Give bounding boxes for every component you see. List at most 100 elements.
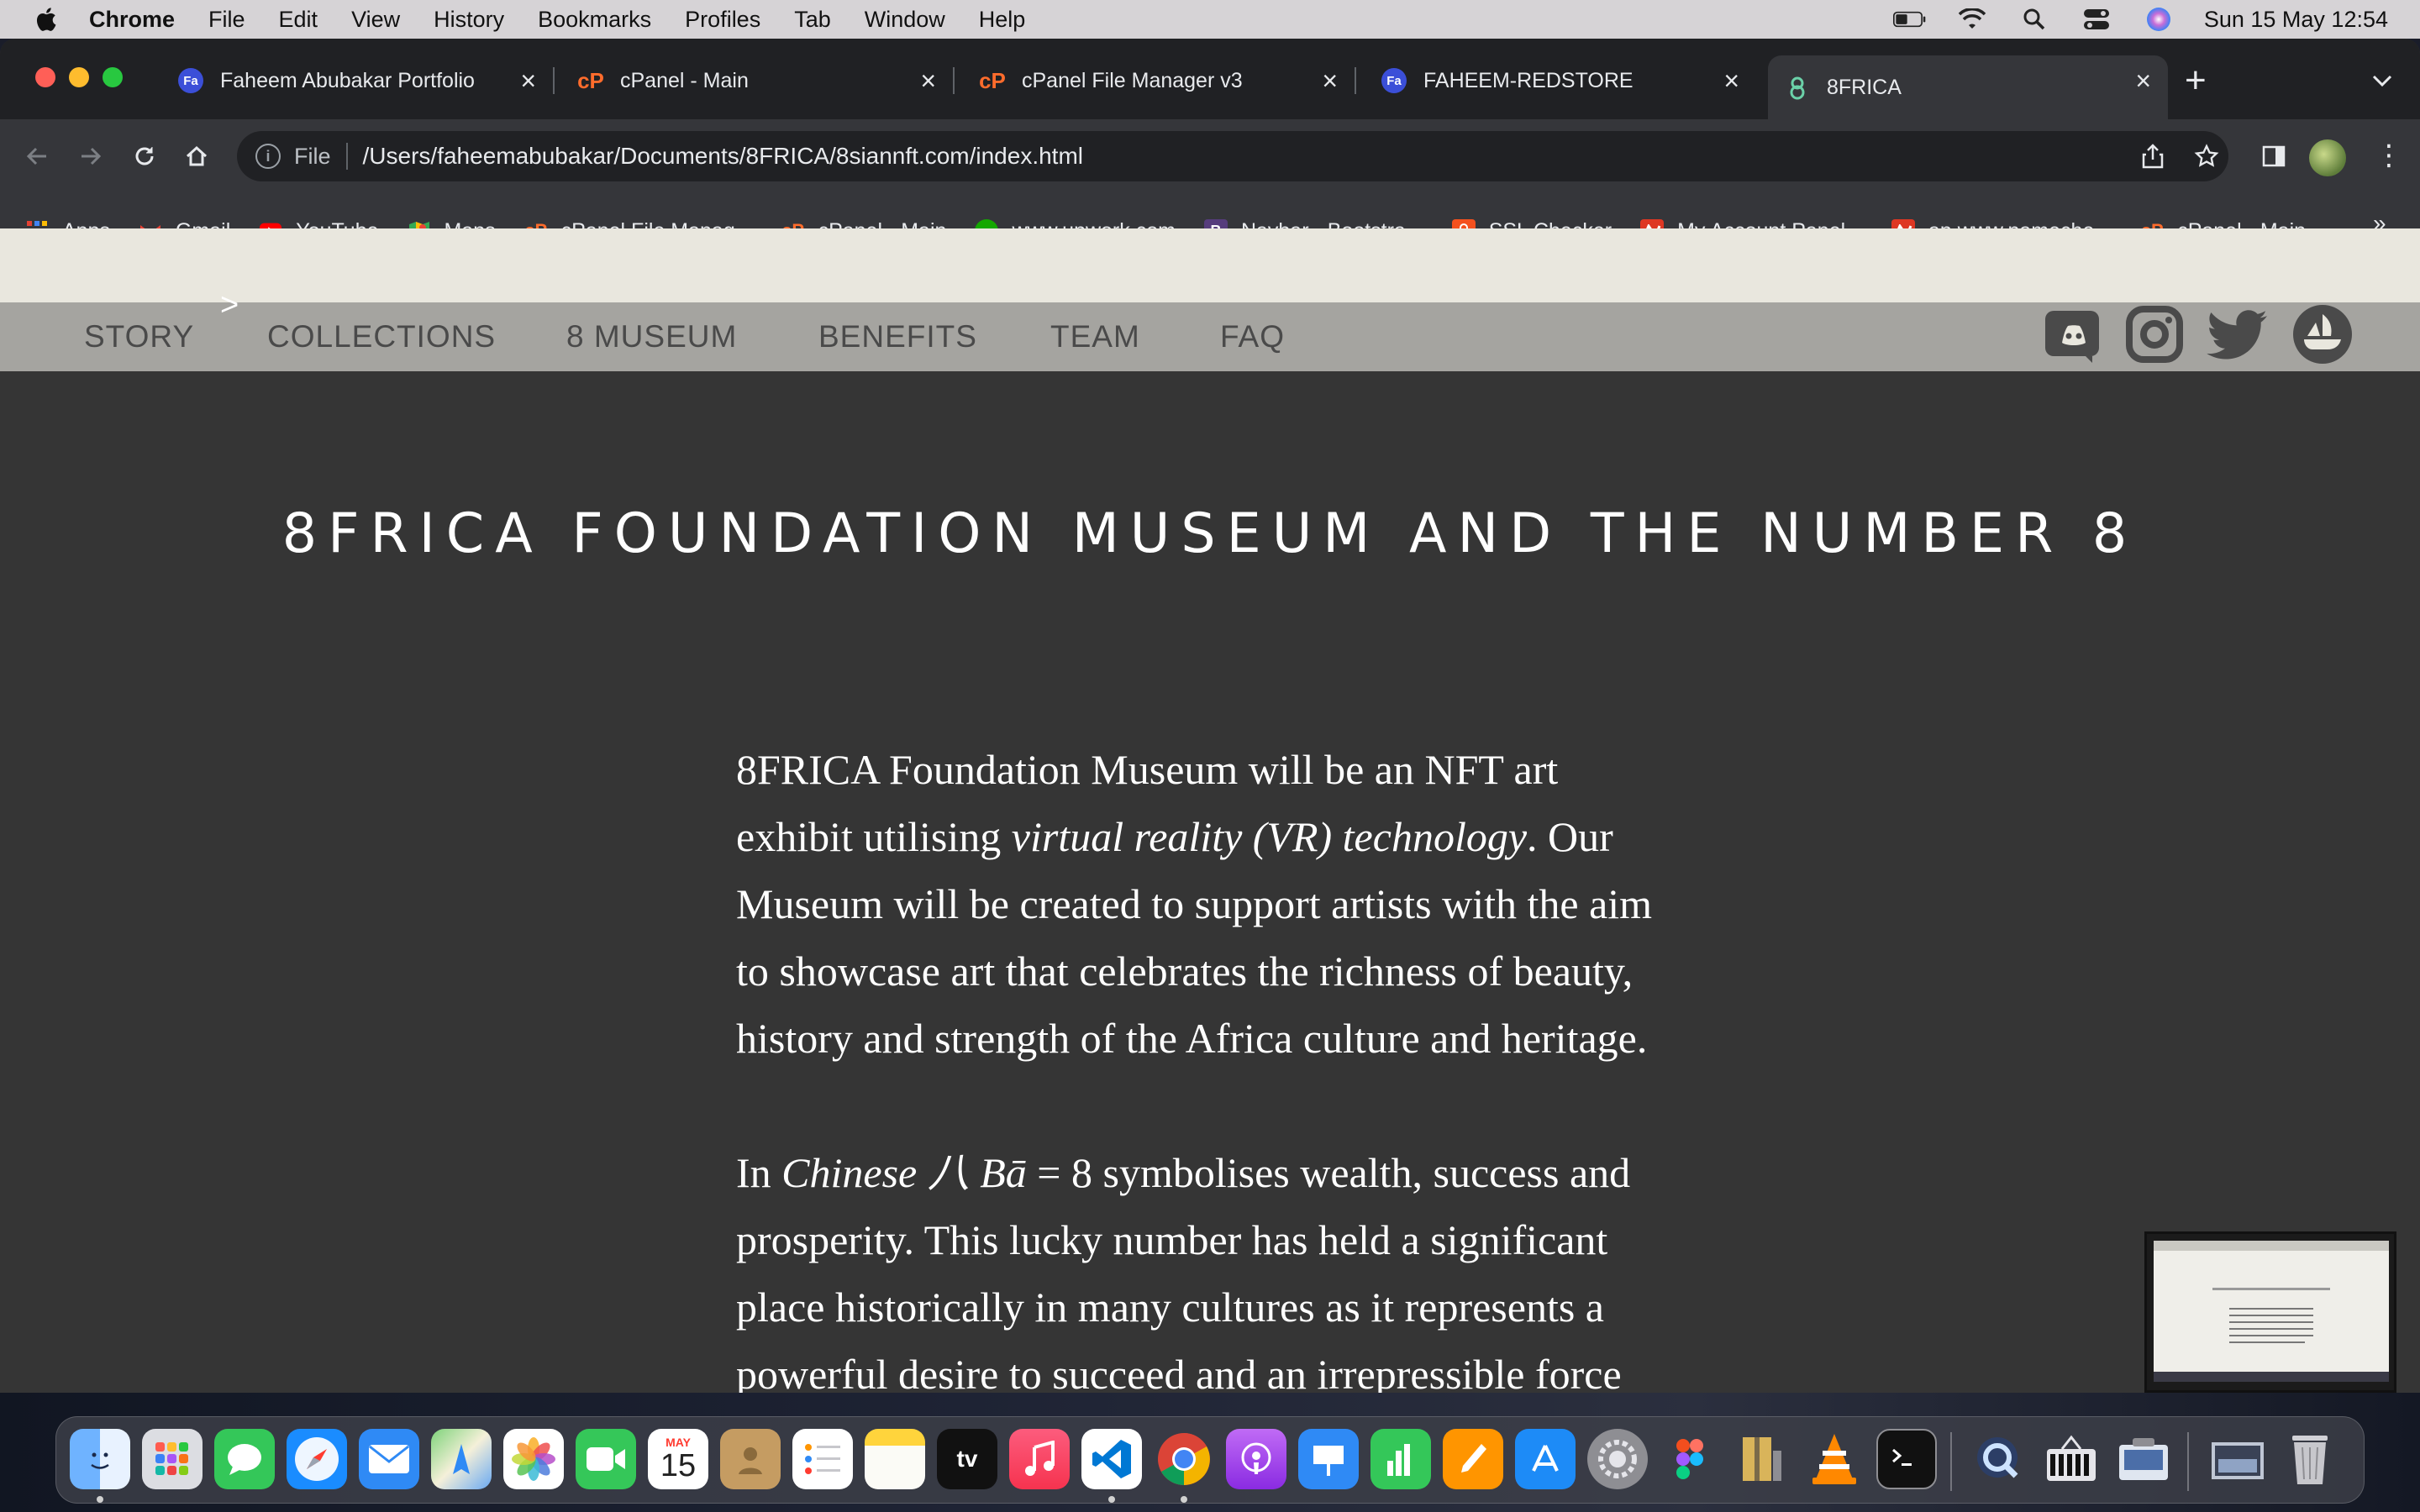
maps-icon[interactable]: [431, 1429, 492, 1489]
preview-icon[interactable]: [2041, 1429, 2102, 1489]
reload-icon[interactable]: [121, 133, 168, 180]
screenshot-thumbnail-preview[interactable]: [2144, 1231, 2396, 1393]
notes-icon[interactable]: [865, 1429, 925, 1489]
tab-close-icon[interactable]: ×: [2135, 66, 2151, 97]
control-center-icon[interactable]: [2080, 7, 2113, 32]
nav-faq[interactable]: FAQ: [1220, 319, 1285, 354]
quicktime-icon[interactable]: [1969, 1429, 2029, 1489]
menu-view[interactable]: View: [351, 7, 400, 33]
tab-close-icon[interactable]: ×: [1322, 66, 1338, 97]
battery-icon[interactable]: [1892, 7, 1927, 32]
window-zoom-button[interactable]: [103, 67, 123, 87]
nav-caret-icon: >: [220, 287, 239, 323]
safari-icon[interactable]: [287, 1429, 347, 1489]
music-icon[interactable]: [1009, 1429, 1070, 1489]
tab-cpanel-file-manager[interactable]: cP cPanel File Manager v3 ×: [963, 55, 1356, 106]
opensea-icon[interactable]: [2292, 304, 2353, 365]
tab-separator: [553, 67, 555, 94]
archive-utility-icon[interactable]: [1732, 1429, 1792, 1489]
menu-history[interactable]: History: [434, 7, 504, 33]
tab-faheem-portfolio[interactable]: Fa Faheem Abubakar Portfolio ×: [161, 55, 555, 106]
nav-story[interactable]: STORY: [84, 319, 194, 354]
calendar-day: 15: [660, 1448, 697, 1483]
twitter-icon[interactable]: [2207, 304, 2267, 365]
appstore-icon[interactable]: [1515, 1429, 1576, 1489]
scheme-label: File: [294, 143, 331, 169]
fa-logo-icon: Fa: [178, 68, 203, 93]
nav-8-museum[interactable]: 8 MUSEUM: [566, 319, 737, 354]
photos-icon[interactable]: [503, 1429, 564, 1489]
tab-search-chevron-icon[interactable]: [2371, 67, 2393, 93]
figma-icon[interactable]: [1660, 1429, 1720, 1489]
home-icon[interactable]: [173, 133, 220, 180]
tab-title: Faheem Abubakar Portfolio: [220, 68, 475, 92]
numbers-icon[interactable]: [1370, 1429, 1431, 1489]
profile-avatar[interactable]: [2309, 139, 2346, 176]
menu-window[interactable]: Window: [865, 7, 945, 33]
number-eight-paragraph: In Chinese 八 Bā = 8 symbolises wealth, s…: [736, 1139, 1669, 1393]
address-bar[interactable]: i File /Users/faheemabubakar/Documents/8…: [237, 131, 2228, 181]
tab-8frica[interactable]: 8FRICA ×: [1768, 55, 2168, 119]
facetime-icon[interactable]: [576, 1429, 636, 1489]
pages-icon[interactable]: [1443, 1429, 1503, 1489]
appletv-icon[interactable]: tv: [937, 1429, 997, 1489]
spotlight-search-icon[interactable]: [2018, 7, 2051, 32]
launchpad-icon[interactable]: [142, 1429, 203, 1489]
new-tab-button[interactable]: +: [2185, 62, 2207, 99]
tab-cpanel-main[interactable]: cP cPanel - Main ×: [561, 55, 955, 106]
site-info-icon[interactable]: i: [255, 144, 281, 169]
thumbnail-image: [2154, 1241, 2389, 1382]
menubar-datetime[interactable]: Sun 15 May 12:54: [2204, 7, 2388, 33]
trash-icon[interactable]: [2280, 1429, 2340, 1489]
macos-menu-bar: Chrome File Edit View History Bookmarks …: [0, 0, 2420, 39]
menu-profiles[interactable]: Profiles: [685, 7, 760, 33]
vlc-icon[interactable]: [1804, 1429, 1865, 1489]
tab-close-icon[interactable]: ×: [520, 66, 536, 97]
share-icon[interactable]: [2134, 138, 2171, 175]
side-panel-icon[interactable]: [2255, 138, 2292, 175]
url-text[interactable]: /Users/faheemabubakar/Documents/8FRICA/8…: [363, 143, 1084, 170]
menu-app-chrome[interactable]: Chrome: [89, 7, 175, 33]
calendar-icon[interactable]: MAY 15: [648, 1429, 708, 1489]
tab-close-icon[interactable]: ×: [920, 66, 936, 97]
reminders-icon[interactable]: [792, 1429, 853, 1489]
mail-icon[interactable]: [359, 1429, 419, 1489]
back-arrow-icon[interactable]: [13, 133, 60, 180]
forward-arrow-icon[interactable]: [67, 133, 114, 180]
contacts-icon[interactable]: [720, 1429, 781, 1489]
tab-close-icon[interactable]: ×: [1723, 66, 1739, 97]
tab-faheem-redstore[interactable]: Fa FAHEEM-REDSTORE ×: [1365, 55, 1756, 106]
finder-icon[interactable]: [70, 1429, 130, 1489]
system-preferences-icon[interactable]: [1587, 1429, 1648, 1489]
menu-edit[interactable]: Edit: [279, 7, 318, 33]
keynote-icon[interactable]: [1298, 1429, 1359, 1489]
terminal-icon[interactable]: [1876, 1429, 1937, 1489]
menu-file[interactable]: File: [208, 7, 245, 33]
nav-collections[interactable]: COLLECTIONS: [267, 319, 496, 354]
podcasts-icon[interactable]: [1226, 1429, 1286, 1489]
instagram-icon[interactable]: [2124, 304, 2185, 365]
tab-strip: Fa Faheem Abubakar Portfolio × cP cPanel…: [0, 39, 2420, 119]
messages-icon[interactable]: [214, 1429, 275, 1489]
window-minimize-button[interactable]: [69, 67, 89, 87]
menu-bookmarks[interactable]: Bookmarks: [538, 7, 651, 33]
dock-separator: [2187, 1432, 2189, 1491]
menu-tab[interactable]: Tab: [794, 7, 831, 33]
nav-benefits[interactable]: BENEFITS: [818, 319, 977, 354]
chrome-icon[interactable]: [1154, 1429, 1214, 1489]
apple-logo-icon[interactable]: [34, 6, 57, 33]
bookmark-star-icon[interactable]: [2188, 138, 2225, 175]
menu-help[interactable]: Help: [979, 7, 1026, 33]
downloads-stack-icon[interactable]: [2207, 1429, 2268, 1489]
wifi-icon[interactable]: [1955, 7, 1989, 32]
museum-paragraph: 8FRICA Foundation Museum will be an NFT …: [736, 736, 1669, 1072]
siri-icon[interactable]: [2142, 7, 2175, 32]
discord-icon[interactable]: [2044, 304, 2104, 365]
para1-emphasis: virtual reality (VR) technology: [1011, 813, 1528, 860]
vscode-running-indicator: [1108, 1496, 1115, 1503]
chrome-menu-icon[interactable]: ⋮: [2375, 141, 2403, 170]
window-close-button[interactable]: [35, 67, 55, 87]
screenshot-icon[interactable]: [2113, 1429, 2174, 1489]
vscode-icon[interactable]: [1081, 1429, 1142, 1489]
nav-team[interactable]: TEAM: [1050, 319, 1140, 354]
